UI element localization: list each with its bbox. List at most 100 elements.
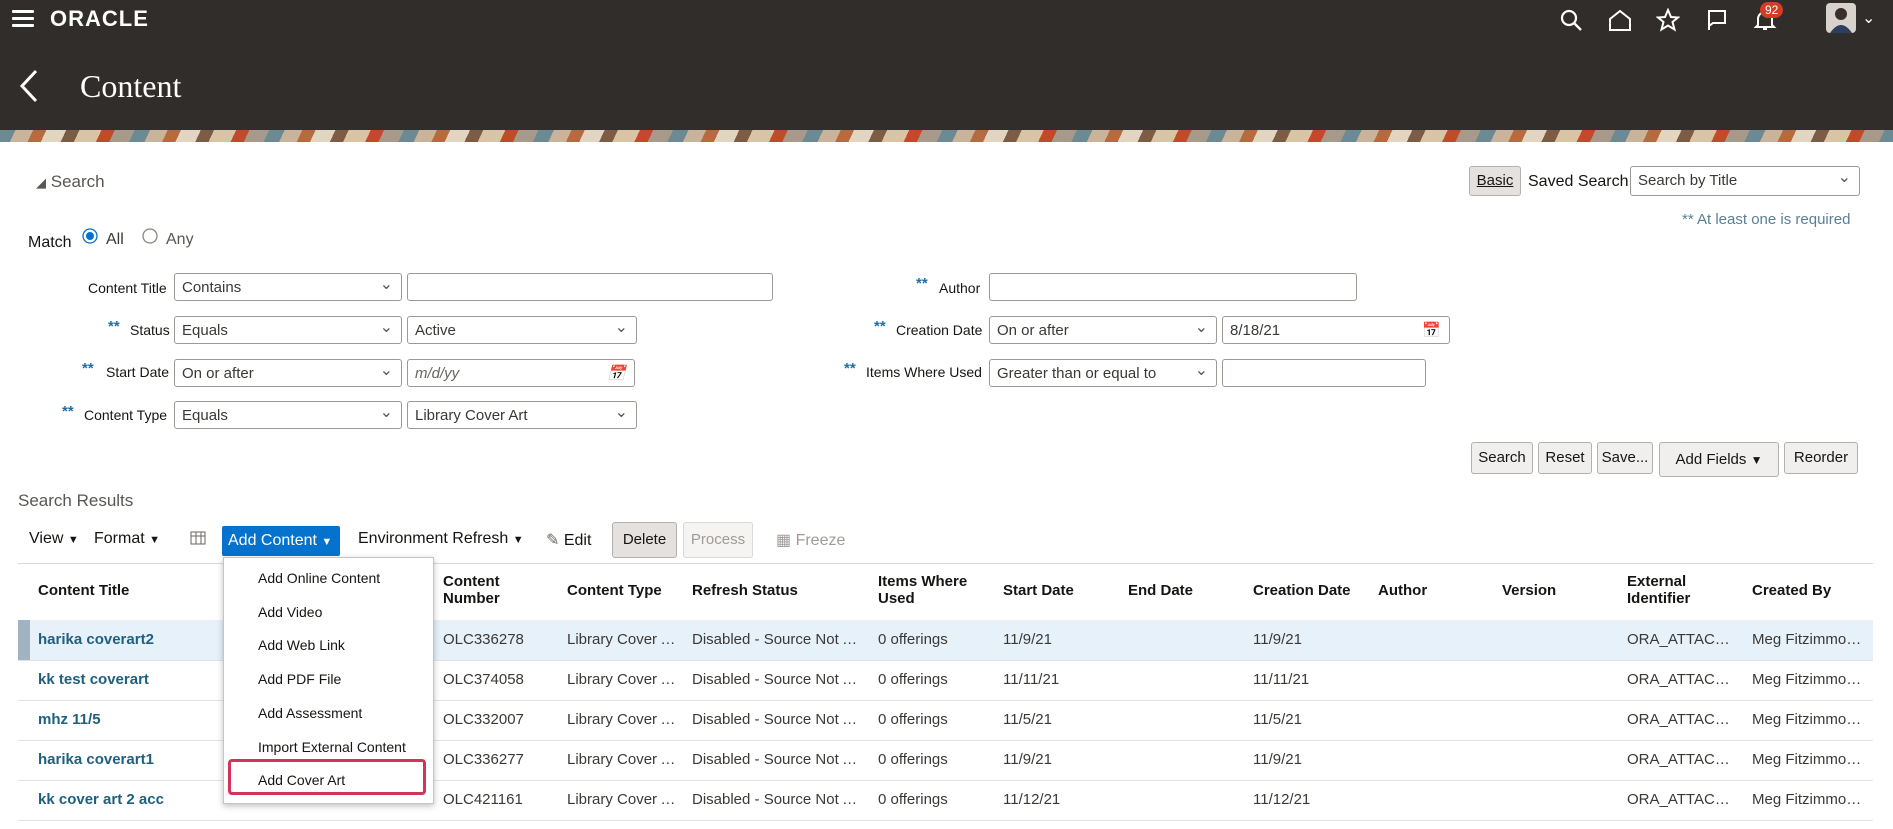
cell-external-identifier: ORA_ATTACHMENT (1627, 711, 1737, 728)
menu-item-import-external-content[interactable]: Import External Content (258, 739, 406, 755)
row-selection-marker[interactable] (18, 620, 30, 660)
reset-button[interactable]: Reset (1538, 442, 1592, 474)
cell-refresh-status: Disabled - Source Not Available (692, 711, 860, 728)
back-arrow-icon[interactable] (18, 68, 40, 114)
column-header-version[interactable]: Version (1502, 582, 1556, 599)
basic-button[interactable]: Basic (1469, 166, 1521, 196)
cell-external-identifier: ORA_ATTACHMENT (1627, 671, 1737, 688)
add-content-button[interactable]: Add Content ▼ (222, 526, 340, 556)
menu-item-add-web-link[interactable]: Add Web Link (258, 637, 345, 653)
format-menu[interactable]: Format ▼ (94, 530, 160, 548)
column-header-content-title[interactable]: Content Title (38, 582, 129, 599)
cell-creation-date: 11/9/21 (1253, 631, 1302, 648)
required-note: ** At least one is required (1682, 211, 1851, 228)
cell-content-number: OLC421161 (443, 791, 523, 808)
column-header-content-number[interactable]: Content Number (443, 573, 543, 607)
menu-item-add-online-content[interactable]: Add Online Content (258, 570, 380, 586)
menu-item-add-cover-art[interactable]: Add Cover Art (258, 772, 345, 788)
cell-refresh-status: Disabled - Source Not Available (692, 791, 860, 808)
edit-button[interactable]: ✎ Edit (546, 530, 591, 550)
required-marker: ** (844, 360, 856, 377)
calendar-icon[interactable]: 📅 (607, 364, 626, 382)
cell-content-number: OLC374058 (443, 671, 524, 688)
cell-content-title[interactable]: harika coverart1 (38, 751, 248, 768)
required-marker: ** (82, 360, 94, 377)
save-button[interactable]: Save... (1597, 442, 1653, 474)
author-label: Author (939, 280, 981, 296)
content-type-value-select[interactable]: Library Cover Art (407, 401, 637, 429)
reorder-button[interactable]: Reorder (1784, 442, 1858, 474)
status-value-select[interactable]: Active (407, 316, 637, 344)
menu-item-add-assessment[interactable]: Add Assessment (258, 705, 362, 721)
creation-date-label: Creation Date (896, 322, 983, 338)
flag-icon[interactable] (1702, 5, 1732, 35)
column-header-start-date[interactable]: Start Date (1003, 582, 1074, 599)
cell-content-title[interactable]: kk cover art 2 acc (38, 791, 248, 808)
content-title-label: Content Title (88, 280, 167, 296)
environment-refresh-menu[interactable]: Environment Refresh ▼ (358, 530, 524, 548)
add-fields-button[interactable]: Add Fields ▼ (1659, 442, 1779, 477)
match-any-radio[interactable] (142, 228, 158, 249)
header-banner (0, 130, 1893, 142)
menu-item-add-video[interactable]: Add Video (258, 604, 322, 620)
column-header-content-type[interactable]: Content Type (567, 582, 662, 599)
column-header-end-date[interactable]: End Date (1128, 582, 1193, 599)
creation-date-operator-select[interactable]: On or after (989, 316, 1217, 344)
chevron-down-icon[interactable]: ⌄ (1862, 8, 1875, 28)
delete-button[interactable]: Delete (612, 522, 677, 558)
content-title-operator-select[interactable]: Contains (174, 273, 402, 301)
column-header-created-by[interactable]: Created By (1752, 582, 1831, 599)
cell-start-date: 11/11/21 (1003, 671, 1060, 688)
column-header-refresh-status[interactable]: Refresh Status (692, 582, 798, 599)
user-avatar[interactable] (1826, 3, 1856, 33)
saved-search-select[interactable]: Search by Title (1630, 166, 1860, 196)
required-marker: ** (916, 275, 928, 292)
start-date-input[interactable]: m/d/yy 📅 (407, 359, 635, 387)
cell-items-where-used: 0 offerings (878, 751, 948, 768)
match-any-label: Any (166, 231, 194, 248)
table-layout-icon[interactable] (190, 530, 208, 553)
cell-start-date: 11/5/21 (1003, 711, 1052, 728)
freeze-button[interactable]: ▦ Freeze (776, 530, 845, 550)
cell-items-where-used: 0 offerings (878, 631, 948, 648)
calendar-icon[interactable]: 📅 (1422, 321, 1441, 339)
column-header-creation-date[interactable]: Creation Date (1253, 582, 1351, 599)
match-all-label: All (106, 231, 124, 248)
author-input[interactable] (989, 273, 1357, 301)
column-header-items-where-used[interactable]: Items Where Used (878, 573, 978, 607)
home-icon[interactable] (1605, 5, 1635, 35)
cell-content-title[interactable]: mhz 11/5 (38, 711, 248, 728)
search-icon[interactable] (1556, 5, 1586, 35)
status-operator-select[interactable]: Equals (174, 316, 402, 344)
search-section-label: Search (50, 172, 105, 191)
start-date-operator-select[interactable]: On or after (174, 359, 402, 387)
search-section-toggle[interactable]: ◢ Search (36, 172, 105, 192)
menu-icon[interactable] (12, 10, 34, 28)
status-label: Status (130, 322, 170, 338)
cell-content-title[interactable]: harika coverart2 (38, 631, 248, 648)
cell-content-title[interactable]: kk test coverart (38, 671, 248, 688)
search-button[interactable]: Search (1471, 442, 1533, 474)
creation-date-input[interactable]: 8/18/21 📅 (1222, 316, 1450, 344)
cell-start-date: 11/12/21 (1003, 791, 1061, 808)
cell-content-type: Library Cover Art (567, 751, 679, 768)
view-menu[interactable]: View ▼ (29, 530, 79, 548)
cell-created-by: Meg Fitzimmons (1752, 631, 1862, 648)
cell-items-where-used: 0 offerings (878, 711, 948, 728)
items-where-used-input[interactable] (1222, 359, 1426, 387)
process-button[interactable]: Process (683, 522, 753, 558)
cell-creation-date: 11/12/21 (1253, 791, 1311, 808)
cell-start-date: 11/9/21 (1003, 751, 1052, 768)
menu-item-add-pdf-file[interactable]: Add PDF File (258, 671, 341, 687)
column-header-external-identifier[interactable]: External Identifier (1627, 573, 1717, 607)
required-marker: ** (62, 403, 74, 420)
page-title: Content (80, 68, 182, 104)
content-type-operator-select[interactable]: Equals (174, 401, 402, 429)
items-where-used-operator-select[interactable]: Greater than or equal to (989, 359, 1217, 387)
favorites-star-icon[interactable] (1653, 5, 1683, 35)
content-title-input[interactable] (407, 273, 773, 301)
cell-items-where-used: 0 offerings (878, 791, 948, 808)
column-header-author[interactable]: Author (1378, 582, 1427, 599)
cell-content-type: Library Cover Art (567, 711, 679, 728)
match-all-radio[interactable] (82, 228, 98, 249)
